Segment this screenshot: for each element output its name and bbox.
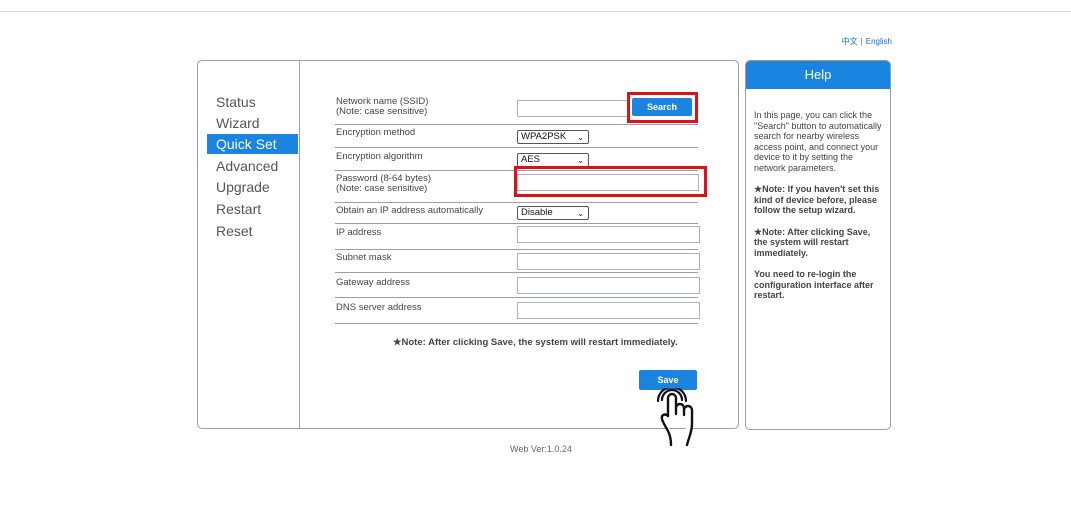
subnet-mask-row: Subnet mask	[335, 250, 700, 273]
gateway-row: Gateway address	[335, 273, 700, 298]
sidebar-item-status[interactable]: Status	[207, 92, 298, 112]
encryption-method-label: Encryption method	[336, 127, 416, 138]
lang-separator: |	[860, 37, 863, 46]
password-highlight-box	[514, 166, 707, 197]
ssid-input[interactable]	[517, 100, 629, 117]
save-button[interactable]: Save	[639, 370, 697, 390]
help-paragraph-relogin: You need to re-login the configuration i…	[754, 269, 874, 300]
help-body: In this page, you can click the "Search"…	[746, 89, 890, 301]
hand-pointer-icon	[656, 388, 694, 447]
language-switcher: 中文 | English	[842, 36, 892, 47]
chevron-down-icon: ⌄	[577, 133, 584, 142]
gateway-label: Gateway address	[336, 277, 410, 288]
encryption-method-row: Encryption method WPA2PSK ⌄	[335, 125, 698, 148]
sidebar-item-quick-set[interactable]: Quick Set	[207, 134, 298, 154]
top-divider	[0, 11, 1071, 12]
obtain-ip-value: Disable	[521, 207, 553, 218]
dns-input[interactable]	[517, 302, 700, 319]
ip-address-input[interactable]	[517, 226, 700, 243]
gateway-input[interactable]	[517, 277, 700, 294]
obtain-ip-select[interactable]: Disable ⌄	[517, 206, 589, 220]
dns-row: DNS server address	[335, 298, 700, 324]
encryption-algorithm-select[interactable]: AES ⌄	[517, 153, 589, 167]
ssid-label-note: (Note: case sensitive)	[336, 106, 428, 117]
subnet-mask-label: Subnet mask	[336, 252, 392, 263]
encryption-algorithm-value: AES	[521, 154, 541, 165]
help-panel: Help In this page, you can click the "Se…	[745, 60, 891, 430]
encryption-method-value: WPA2PSK	[521, 131, 567, 142]
obtain-ip-label: Obtain an IP address automatically	[336, 205, 484, 216]
ip-address-row: IP address	[335, 224, 700, 250]
help-paragraph-setup-note: ★Note: If you haven't set this kind of d…	[754, 184, 880, 215]
main-panel: Status Wizard Quick Set Advanced Upgrade…	[197, 60, 739, 429]
web-version: Web Ver:1.0.24	[510, 444, 572, 454]
ssid-label: Network name (SSID) (Note: case sensitiv…	[336, 97, 428, 117]
sidebar: Status Wizard Quick Set Advanced Upgrade…	[198, 61, 300, 428]
subnet-mask-input[interactable]	[517, 253, 700, 270]
restart-note: ★Note: After clicking Save, the system w…	[393, 337, 678, 348]
chevron-down-icon: ⌄	[577, 209, 584, 218]
sidebar-item-wizard[interactable]: Wizard	[207, 113, 298, 133]
sidebar-item-restart[interactable]: Restart	[207, 199, 298, 219]
sidebar-item-advanced[interactable]: Advanced	[207, 156, 298, 176]
lang-english-link[interactable]: English	[866, 37, 892, 46]
help-paragraph-restart-note: ★Note: After clicking Save, the system w…	[754, 226, 871, 258]
dns-label: DNS server address	[336, 302, 422, 313]
encryption-algorithm-label: Encryption algorithm	[336, 151, 423, 162]
password-label: Password (8-64 bytes) (Note: case sensit…	[336, 174, 431, 194]
encryption-method-select[interactable]: WPA2PSK ⌄	[517, 130, 589, 144]
obtain-ip-row: Obtain an IP address automatically Disab…	[335, 203, 698, 224]
ip-address-label: IP address	[336, 227, 382, 238]
lang-chinese-link[interactable]: 中文	[842, 37, 858, 46]
help-title: Help	[746, 61, 890, 89]
sidebar-item-upgrade[interactable]: Upgrade	[207, 177, 298, 197]
search-button[interactable]: Search	[632, 98, 692, 116]
sidebar-item-reset[interactable]: Reset	[207, 221, 298, 241]
help-paragraph-intro: In this page, you can click the "Search"…	[754, 110, 882, 173]
password-label-note: (Note: case sensitive)	[336, 183, 428, 194]
